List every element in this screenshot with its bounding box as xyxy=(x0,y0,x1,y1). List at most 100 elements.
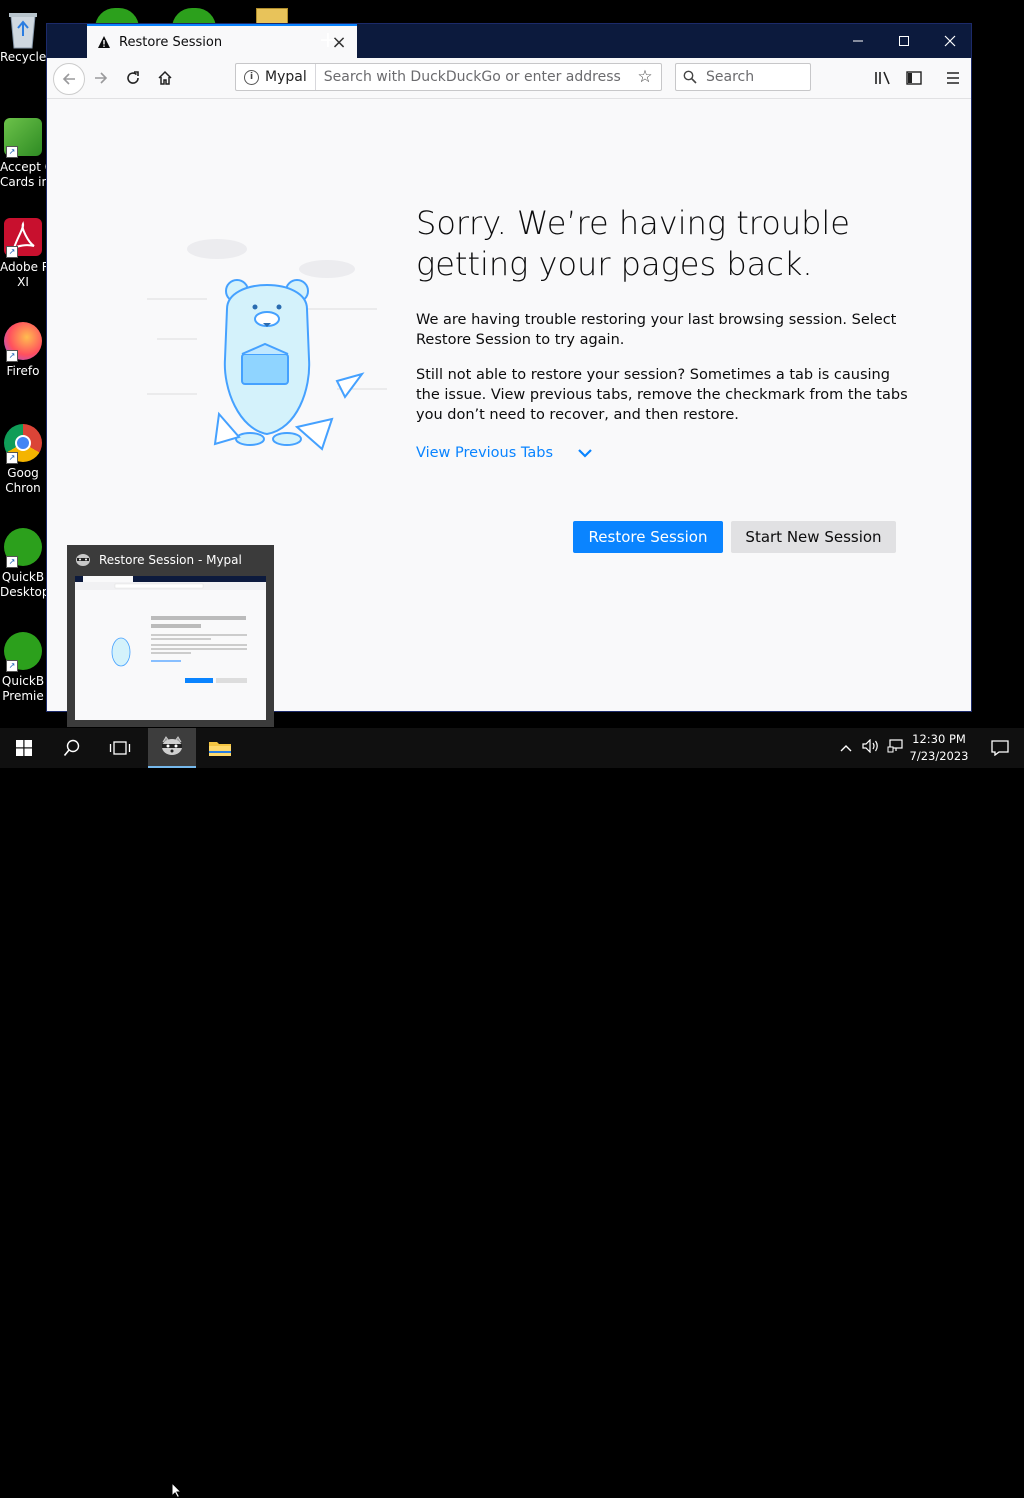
desktop-icon-quickbooks-desktop[interactable]: ↗ QuickB Desktop xyxy=(0,528,46,600)
shortcut-arrow-icon: ↗ xyxy=(6,246,18,258)
close-window-button[interactable] xyxy=(927,24,973,58)
nav-toolbar: i Mypal ☆ xyxy=(47,58,971,99)
sad-bear-illustration-icon xyxy=(147,239,387,451)
sidebar-icon xyxy=(906,71,922,85)
bookmark-star-icon[interactable]: ☆ xyxy=(633,67,657,87)
quickbooks-premier-icon: ↗ xyxy=(4,632,42,672)
menu-button[interactable] xyxy=(939,64,967,92)
preview-thumbnail xyxy=(75,576,266,720)
accept-cards-icon: ↗ xyxy=(4,118,42,158)
back-button[interactable] xyxy=(53,63,85,95)
info-icon: i xyxy=(244,69,259,85)
desktop-icon-quickbooks-premier[interactable]: ↗ QuickB Premie xyxy=(0,632,46,704)
desktop-icon-firefox[interactable]: ↗ Firefo xyxy=(0,322,46,379)
firefox-icon: ↗ xyxy=(4,322,42,362)
new-tab-button[interactable]: + xyxy=(315,28,341,54)
notification-icon xyxy=(991,740,1009,756)
taskbar-preview[interactable]: Restore Session - Mypal xyxy=(67,545,274,727)
mypal-raccoon-icon xyxy=(76,554,90,566)
system-tray xyxy=(838,728,906,768)
recycle-bin-icon xyxy=(4,8,42,49)
desktop-icon-chrome[interactable]: ↗ Goog Chron xyxy=(0,424,46,496)
identity-label: Mypal xyxy=(265,69,307,85)
shortcut-arrow-icon: ↗ xyxy=(6,660,18,672)
task-view-button[interactable] xyxy=(96,728,144,768)
maximize-button[interactable] xyxy=(881,24,927,58)
desktop-icon-label: QuickB xyxy=(1,570,45,584)
search-icon xyxy=(678,64,702,90)
mouse-cursor-icon xyxy=(171,1482,183,1498)
action-center-button[interactable] xyxy=(976,728,1024,768)
mypal-raccoon-icon xyxy=(162,736,182,755)
sidebar-button[interactable] xyxy=(900,64,928,92)
url-input[interactable] xyxy=(315,68,633,86)
clock-date: 7/23/2023 xyxy=(909,749,969,763)
maximize-icon xyxy=(899,36,909,46)
description-text: We are having trouble restoring your las… xyxy=(416,312,897,348)
title-bar: Restore Session × + xyxy=(47,24,971,58)
home-icon xyxy=(158,70,172,85)
desktop-icon-adobe-reader[interactable]: ↗ Adobe R XI xyxy=(0,218,46,290)
shortcut-arrow-icon: ↗ xyxy=(6,146,18,158)
forward-button[interactable] xyxy=(87,64,115,92)
task-view-icon xyxy=(109,741,131,755)
desktop-icon-label: Desktop xyxy=(0,585,46,599)
search-taskbar-button[interactable] xyxy=(48,728,96,768)
close-icon xyxy=(944,35,956,47)
search-input[interactable] xyxy=(702,68,810,86)
chrome-icon: ↗ xyxy=(4,424,42,464)
library-icon xyxy=(875,71,890,85)
start-new-session-button[interactable]: Start New Session xyxy=(731,521,896,553)
shortcut-arrow-icon: ↗ xyxy=(6,452,18,464)
chevron-down-icon xyxy=(578,449,592,458)
library-button[interactable] xyxy=(869,64,897,92)
home-button[interactable] xyxy=(151,64,179,92)
search-bar[interactable] xyxy=(675,63,811,91)
preview-title-text: Restore Session - Mypal xyxy=(99,553,242,567)
desktop-icon-label: Cards in xyxy=(0,175,46,189)
shortcut-arrow-icon: ↗ xyxy=(6,556,18,568)
desktop-icon-label: Recycle xyxy=(0,50,46,64)
reload-button[interactable] xyxy=(119,64,147,92)
taskbar-file-explorer[interactable] xyxy=(196,728,244,768)
back-arrow-icon xyxy=(62,73,75,85)
desktop-icon-label: QuickB xyxy=(1,674,45,688)
forward-arrow-icon xyxy=(95,72,108,84)
page-title: Sorry. We’re having trouble getting your… xyxy=(416,204,850,283)
reload-icon xyxy=(127,71,139,84)
desktop-icon-label: Premie xyxy=(2,689,44,703)
minimize-icon xyxy=(853,40,863,42)
tab-title: Restore Session xyxy=(119,34,223,50)
desktop-icon-label: Firefo xyxy=(6,364,40,378)
shortcut-arrow-icon: ↗ xyxy=(6,350,18,362)
preview-title: Restore Session - Mypal xyxy=(75,553,242,567)
minimize-button[interactable] xyxy=(835,24,881,58)
desktop-icon-label: XI xyxy=(17,275,29,289)
view-previous-tabs-label: View Previous Tabs xyxy=(416,445,554,461)
search-icon xyxy=(63,739,80,757)
speaker-icon[interactable] xyxy=(860,738,882,757)
warning-icon xyxy=(98,36,110,48)
site-identity[interactable]: i Mypal xyxy=(236,64,316,90)
hamburger-menu-icon xyxy=(947,72,959,84)
chevron-up-icon[interactable] xyxy=(838,741,854,756)
desktop-icon-label: Accept C xyxy=(0,160,46,174)
adobe-reader-icon: ↗ xyxy=(4,218,42,258)
address-bar[interactable]: i Mypal ☆ xyxy=(235,63,662,91)
windows-logo-icon xyxy=(16,740,32,756)
taskbar: 12:30 PM 7/23/2023 xyxy=(0,728,1024,1498)
taskbar-mypal[interactable] xyxy=(148,728,196,768)
desktop-icon-recycle-bin[interactable]: Recycle xyxy=(0,8,46,65)
restore-session-button[interactable]: Restore Session xyxy=(573,521,723,553)
desktop-icon-label: Goog xyxy=(7,466,39,480)
view-previous-tabs-link[interactable]: View Previous Tabs xyxy=(416,445,593,461)
desktop-icon-accept-cards[interactable]: ↗ Accept C Cards in xyxy=(0,118,46,190)
network-icon[interactable] xyxy=(884,739,906,757)
start-button[interactable] xyxy=(0,728,48,768)
quickbooks-desktop-icon: ↗ xyxy=(4,528,42,568)
help-text: Still not able to restore your session? … xyxy=(416,367,908,423)
taskbar-clock[interactable]: 12:30 PM 7/23/2023 xyxy=(904,731,974,765)
clock-time: 12:30 PM xyxy=(912,732,966,746)
folder-icon xyxy=(209,742,231,756)
desktop-icon-label: Adobe R xyxy=(0,260,46,274)
